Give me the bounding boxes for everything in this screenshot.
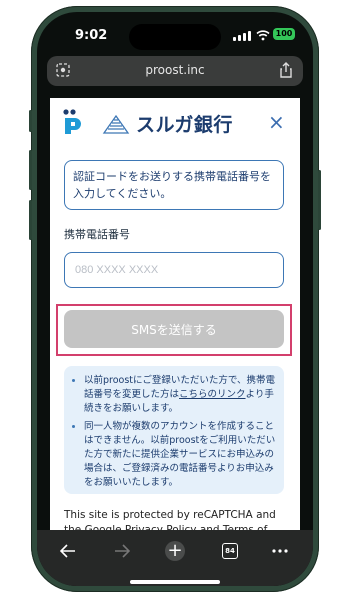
volume-up-button — [29, 150, 32, 190]
info-box: 以前proostにご登録いただいた方で、携帯電話番号を変更した方はこちらのリンク… — [64, 366, 284, 494]
plus-icon: + — [165, 541, 185, 561]
forward-arrow-icon — [115, 544, 130, 558]
suruga-bank-logo: スルガ銀行 — [102, 110, 233, 137]
power-button — [318, 170, 321, 230]
more-dots-icon — [272, 549, 288, 553]
bank-name: スルガ銀行 — [136, 114, 233, 136]
more-menu-button[interactable] — [269, 540, 291, 562]
tabs-button[interactable]: 84 — [219, 540, 241, 562]
instruction-box: 認証コードをお送りする携帯電話番号を入力してください。 — [64, 160, 284, 210]
phone-screen: 9:02 100 proost.inc スルガ銀行 × 認証コードをお送りする携… — [37, 12, 313, 586]
back-arrow-icon — [60, 544, 75, 558]
mute-switch — [29, 110, 32, 132]
cellular-signal-icon — [233, 31, 251, 41]
address-bar[interactable]: proost.inc — [47, 56, 303, 86]
close-button[interactable]: × — [268, 110, 285, 134]
browser-toolbar: + 84 — [37, 530, 313, 586]
info-item-phone-change: 以前proostにご登録いただいた方で、携帯電話番号を変更した方はこちらのリンク… — [84, 374, 276, 416]
status-time: 9:02 — [75, 28, 108, 43]
phone-number-input[interactable] — [64, 252, 284, 288]
share-icon[interactable] — [279, 62, 293, 78]
home-indicator[interactable] — [130, 580, 220, 584]
wifi-icon — [256, 30, 270, 41]
battery-icon: 100 — [273, 28, 295, 40]
tab-count: 84 — [222, 543, 238, 559]
phone-number-label: 携帯電話番号 — [64, 228, 130, 241]
proost-logo — [63, 109, 81, 134]
send-sms-button[interactable]: SMSを送信する — [64, 310, 284, 348]
info-item-duplicate-account: 同一人物が複数のアカウントを作成することはできません。以前proostをご利用い… — [84, 420, 276, 490]
suruga-emblem-icon — [102, 114, 130, 134]
back-button[interactable] — [57, 540, 79, 562]
web-page: スルガ銀行 × 認証コードをお送りする携帯電話番号を入力してください。 携帯電話… — [50, 98, 300, 538]
new-tab-button[interactable]: + — [164, 540, 186, 562]
change-phone-link[interactable]: こちらのリンク — [179, 389, 246, 400]
forward-button[interactable] — [111, 540, 133, 562]
url-text[interactable]: proost.inc — [47, 63, 303, 77]
volume-down-button — [29, 200, 32, 240]
status-bar: 9:02 100 — [37, 12, 313, 52]
dynamic-island — [129, 24, 221, 50]
